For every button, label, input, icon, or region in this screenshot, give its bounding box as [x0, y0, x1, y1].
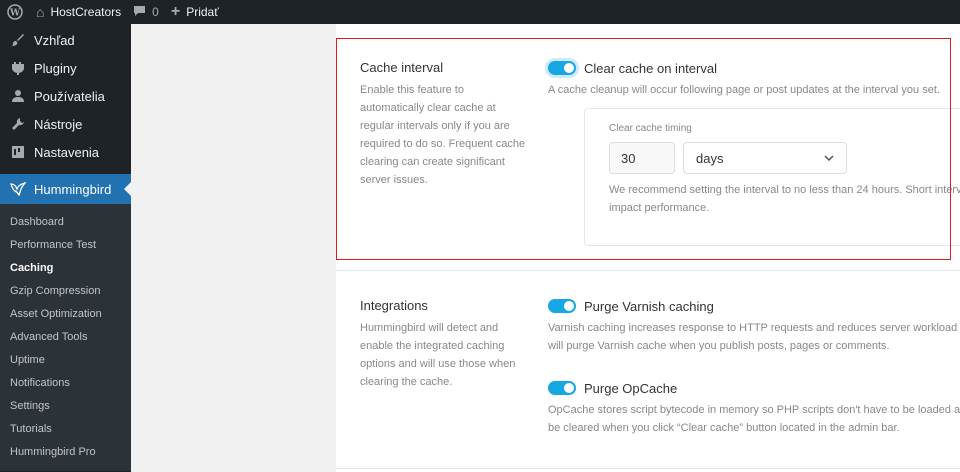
submenu-item-uptime[interactable]: Uptime [0, 348, 131, 371]
submenu-item-dashboard[interactable]: Dashboard [0, 210, 131, 233]
comments-count: 0 [152, 5, 159, 19]
purge-varnish-toggle[interactable] [548, 299, 576, 313]
menu-item-plugins[interactable]: Pluginy [0, 54, 131, 82]
interval-unit-select[interactable]: days [683, 142, 847, 174]
users-icon [8, 89, 28, 103]
clear-cache-interval-label: Clear cache on interval [584, 60, 717, 76]
purge-opcache-row: Purge OpCache [548, 379, 960, 397]
cache-interval-description: Enable this feature to automatically cle… [360, 84, 526, 186]
menu-label: Nastavenia [34, 144, 100, 160]
purge-opcache-option: Purge OpCache OpCache stores script byte… [548, 379, 960, 437]
submenu-item-gzip-compression[interactable]: Gzip Compression [0, 279, 131, 302]
section-divider [336, 270, 960, 271]
toggle-knob [564, 63, 574, 73]
cache-interval-options: Clear cache on interval A cache cleanup … [548, 59, 960, 99]
menu-item-settings[interactable]: Nastavenia [0, 138, 131, 166]
settings-icon [8, 145, 28, 159]
menu-item-tools[interactable]: Nástroje [0, 110, 131, 138]
clear-cache-interval-description: A cache cleanup will occur following pag… [548, 84, 940, 96]
purge-opcache-toggle[interactable] [548, 381, 576, 395]
submenu-item-settings[interactable]: Settings [0, 394, 131, 417]
purge-varnish-row: Purge Varnish caching [548, 297, 960, 315]
caching-settings-panel: Cache interval Enable this feature to au… [336, 24, 960, 472]
paintbrush-icon [8, 33, 28, 47]
purge-varnish-option: Purge Varnish caching Varnish caching in… [548, 297, 960, 355]
home-icon: ⌂ [36, 4, 45, 20]
plus-icon: + [170, 3, 181, 20]
admin-sidebar: Vzhľad Pluginy Používatelia Nástroje Nas… [0, 24, 131, 472]
toggle-knob [564, 383, 574, 393]
plugin-icon [8, 61, 28, 75]
submenu-item-notifications[interactable]: Notifications [0, 371, 131, 394]
menu-label: Vzhľad [34, 32, 75, 48]
svg-text:W: W [9, 9, 21, 19]
clear-cache-timing-label: Clear cache timing [609, 123, 692, 134]
timing-note-line-2: impact performance. [609, 202, 710, 214]
submenu-item-hummingbird-pro[interactable]: Hummingbird Pro [0, 440, 131, 463]
interval-number-input[interactable]: 30 [609, 142, 675, 174]
wordpress-icon: W [7, 4, 23, 20]
site-name-link[interactable]: ⌂ HostCreators [30, 0, 127, 24]
menu-item-appearance[interactable]: Vzhľad [0, 26, 131, 54]
interval-unit-value: days [696, 150, 724, 166]
add-new-link[interactable]: + Pridať [165, 0, 225, 24]
integrations-label-column: Integrations Hummingbird will detect and… [360, 298, 530, 391]
admin-bar: W ⌂ HostCreators 0 + Pridať [0, 0, 960, 24]
submenu-item-performance-test[interactable]: Performance Test [0, 233, 131, 256]
main-content: Cache interval Enable this feature to au… [131, 24, 960, 472]
site-name: HostCreators [50, 5, 122, 19]
timing-note-line-1: We recommend setting the interval to no … [609, 184, 960, 196]
toggle-knob [564, 301, 574, 311]
clear-cache-interval-row: Clear cache on interval [548, 59, 960, 77]
wordpress-logo-button[interactable]: W [0, 0, 30, 24]
hummingbird-icon [8, 182, 28, 196]
add-new-label: Pridať [186, 5, 219, 19]
purge-varnish-label: Purge Varnish caching [584, 298, 714, 314]
varnish-desc-line-1: Varnish caching increases response to HT… [548, 322, 958, 334]
clear-cache-timing-box: Clear cache timing 30 days We recommend … [584, 108, 960, 246]
timing-recommendation: We recommend setting the interval to no … [609, 181, 960, 217]
purge-opcache-description: OpCache stores script bytecode in memory… [548, 401, 960, 437]
wrench-icon [8, 117, 28, 131]
menu-label: Nástroje [34, 116, 83, 132]
submenu-item-advanced-tools[interactable]: Advanced Tools [0, 325, 131, 348]
integrations-description: Hummingbird will detect and enable the i… [360, 322, 516, 388]
purge-opcache-label: Purge OpCache [584, 380, 678, 396]
chevron-down-icon [824, 152, 834, 164]
menu-label: Pluginy [34, 60, 77, 76]
comment-icon [133, 5, 146, 19]
submenu-item-caching[interactable]: Caching [0, 256, 131, 279]
timing-inputs: 30 days [609, 142, 959, 174]
clear-cache-interval-toggle[interactable] [548, 61, 576, 75]
purge-varnish-description: Varnish caching increases response to HT… [548, 319, 960, 355]
hummingbird-submenu: Dashboard Performance Test Caching Gzip … [0, 204, 131, 471]
menu-item-hummingbird[interactable]: Hummingbird [0, 174, 131, 204]
cache-interval-title: Cache interval [360, 60, 444, 75]
submenu-item-tutorials[interactable]: Tutorials [0, 417, 131, 440]
cache-interval-label-column: Cache interval Enable this feature to au… [360, 60, 530, 189]
submenu-item-asset-optimization[interactable]: Asset Optimization [0, 302, 131, 325]
integrations-title: Integrations [360, 298, 428, 313]
opcache-desc-line-1: OpCache stores script bytecode in memory… [548, 404, 960, 416]
menu-item-users[interactable]: Používatelia [0, 82, 131, 110]
opcache-desc-line-2: be cleared when you click “Clear cache” … [548, 422, 900, 434]
section-divider [336, 468, 960, 469]
comments-link[interactable]: 0 [127, 0, 165, 24]
menu-label: Používatelia [34, 88, 105, 104]
varnish-desc-line-2: will purge Varnish cache when you publis… [548, 340, 890, 352]
menu-label: Hummingbird [34, 181, 112, 197]
